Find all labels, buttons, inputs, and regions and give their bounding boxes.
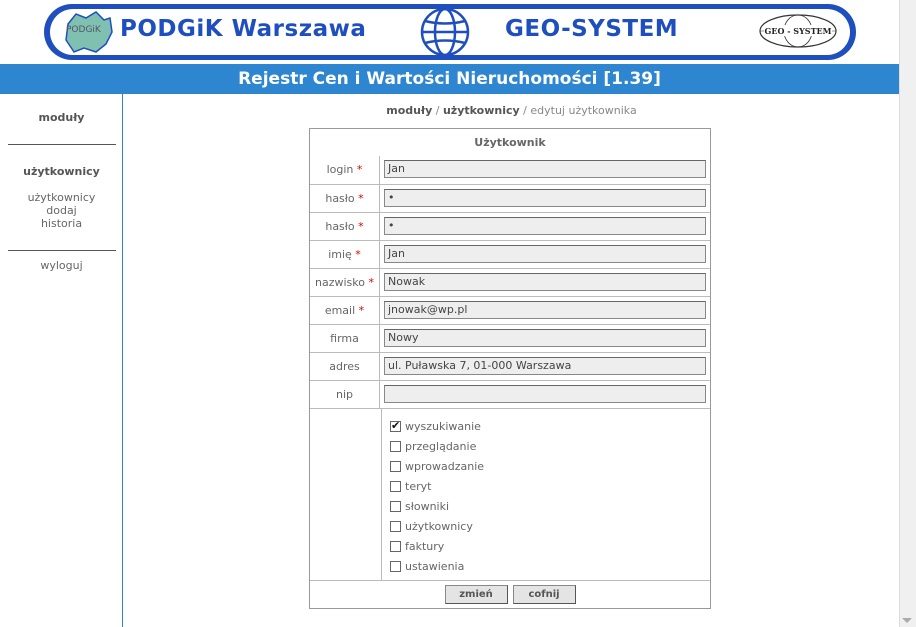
field-label-text: nip	[335, 388, 353, 401]
sidebar-item-history[interactable]: historia	[0, 217, 123, 230]
cancel-button[interactable]: cofnij	[512, 585, 576, 604]
sidebar-divider	[8, 250, 116, 251]
permission-label: ustawienia	[405, 559, 465, 573]
breadcrumb-separator: /	[432, 104, 443, 117]
field-input-hasło[interactable]: •	[384, 189, 706, 207]
form-row: firma Nowy	[310, 324, 710, 352]
checkbox-unchecked-icon[interactable]	[390, 440, 401, 452]
permission-checkbox[interactable]: ustawienia	[390, 556, 710, 576]
form-row: email * jnowak@wp.pl	[310, 296, 710, 324]
field-label: email *	[310, 297, 380, 324]
checkbox-checked-icon[interactable]	[390, 419, 401, 432]
field-input-email[interactable]: jnowak@wp.pl	[384, 301, 706, 319]
required-mark: *	[356, 163, 363, 176]
permission-label: wprowadzanie	[405, 459, 485, 473]
checkbox-unchecked-icon[interactable]	[390, 520, 401, 532]
sidebar-header-users[interactable]: użytkownicy	[0, 165, 123, 178]
permission-checkbox[interactable]: wyszukiwanie	[390, 416, 710, 436]
user-form: Użytkownik login * Jan hasło * • hasło * • imi…	[309, 128, 711, 609]
required-mark: *	[358, 192, 364, 205]
field-label-text: nazwisko	[315, 276, 365, 289]
required-mark: *	[358, 304, 365, 317]
podgik-badge-text: PODGiK	[66, 25, 102, 35]
field-input-adres[interactable]: ul. Puławska 7, 01-000 Warszawa	[384, 357, 706, 375]
form-title: Użytkownik	[474, 136, 546, 149]
vertical-scrollbar[interactable]	[899, 0, 916, 627]
form-buttons: zmień cofnij	[310, 580, 710, 608]
breadcrumb-separator: /	[519, 104, 531, 117]
permission-checkbox[interactable]: przeglądanie	[390, 436, 710, 456]
logout-link[interactable]: wyloguj	[0, 259, 123, 272]
geo-system-badge: GEO - SYSTEM	[759, 14, 837, 48]
field-label: hasło *	[310, 185, 380, 212]
field-input-login[interactable]: Jan	[384, 160, 706, 178]
field-label: firma	[310, 325, 380, 352]
permissions-list: wyszukiwanie przeglądanie wprowadzanie tery…	[382, 409, 710, 580]
required-mark: *	[368, 276, 374, 289]
form-row: login * Jan	[310, 156, 710, 184]
header-banner: PODGiK PODGiK Warszawa GEO-SYSTEM GEO - …	[0, 0, 899, 64]
permission-checkbox[interactable]: wprowadzanie	[390, 456, 710, 476]
permission-checkbox[interactable]: faktury	[390, 536, 710, 556]
field-label: imię *	[310, 241, 380, 268]
breadcrumb-current: edytuj użytkownika	[530, 104, 637, 117]
sidebar-item-users[interactable]: użytkownicy	[0, 191, 123, 204]
form-row: hasło * •	[310, 212, 710, 240]
field-label-text: imię	[328, 248, 352, 261]
permission-checkbox[interactable]: użytkownicy	[390, 516, 710, 536]
permission-label: słowniki	[405, 499, 450, 513]
checkbox-unchecked-icon[interactable]	[390, 480, 401, 492]
field-input-firma[interactable]: Nowy	[384, 329, 706, 347]
field-label-text: adres	[329, 360, 360, 373]
checkbox-unchecked-icon[interactable]	[390, 540, 401, 552]
form-row: adres ul. Puławska 7, 01-000 Warszawa	[310, 352, 710, 380]
breadcrumb: moduły / użytkownicy / edytuj użytkownik…	[124, 104, 899, 117]
field-label: hasło *	[310, 213, 380, 240]
field-label: login *	[310, 156, 380, 184]
breadcrumb-moduly[interactable]: moduły	[386, 104, 432, 117]
permissions-row: wyszukiwanie przeglądanie wprowadzanie tery…	[310, 408, 710, 580]
sidebar: moduły użytkownicy użytkownicy dodaj his…	[0, 94, 123, 627]
banner-left-text: PODGiK Warszawa	[120, 16, 367, 42]
sidebar-item-moduly[interactable]: moduły	[0, 111, 123, 124]
field-label-text: email	[324, 304, 356, 317]
field-input-imię[interactable]: Jan	[384, 245, 706, 263]
checkbox-unchecked-icon[interactable]	[390, 460, 401, 472]
field-label: nazwisko *	[310, 269, 380, 296]
form-row: imię * Jan	[310, 240, 710, 268]
field-label-text: login	[326, 163, 354, 176]
checkbox-unchecked-icon[interactable]	[390, 500, 401, 512]
podgik-map-logo: PODGiK	[65, 11, 113, 53]
save-button[interactable]: zmień	[444, 585, 508, 604]
permission-label: faktury	[405, 539, 445, 553]
field-label-text: firma	[330, 332, 359, 345]
form-row: nip	[310, 380, 710, 408]
field-label: nip	[310, 381, 380, 408]
scroll-down-icon[interactable]	[902, 618, 912, 623]
permission-label: wyszukiwanie	[405, 419, 481, 433]
globe-icon	[420, 7, 470, 57]
permission-label: przeglądanie	[405, 439, 477, 453]
form-row: nazwisko * Nowak	[310, 268, 710, 296]
field-input-nip[interactable]	[384, 385, 706, 403]
field-label-text: hasło	[325, 192, 355, 205]
sidebar-divider	[8, 144, 116, 145]
banner-right-text: GEO-SYSTEM	[505, 16, 679, 42]
permission-checkbox[interactable]: teryt	[390, 476, 710, 496]
required-mark: *	[355, 248, 361, 261]
field-label: adres	[310, 353, 380, 380]
app-title: Rejestr Cen i Wartości Nieruchomości [1.…	[0, 64, 899, 94]
field-label-text: hasło	[325, 220, 355, 233]
form-row: hasło * •	[310, 184, 710, 212]
breadcrumb-users[interactable]: użytkownicy	[443, 104, 520, 117]
permission-checkbox[interactable]: słowniki	[390, 496, 710, 516]
permission-label: użytkownicy	[405, 519, 473, 533]
required-mark: *	[358, 220, 364, 233]
field-input-hasło[interactable]: •	[384, 217, 706, 235]
sidebar-item-add[interactable]: dodaj	[0, 204, 123, 217]
field-input-nazwisko[interactable]: Nowak	[384, 273, 706, 291]
checkbox-unchecked-icon[interactable]	[390, 560, 401, 572]
permission-label: teryt	[405, 479, 432, 493]
geo-badge-text: GEO - SYSTEM	[765, 26, 832, 36]
